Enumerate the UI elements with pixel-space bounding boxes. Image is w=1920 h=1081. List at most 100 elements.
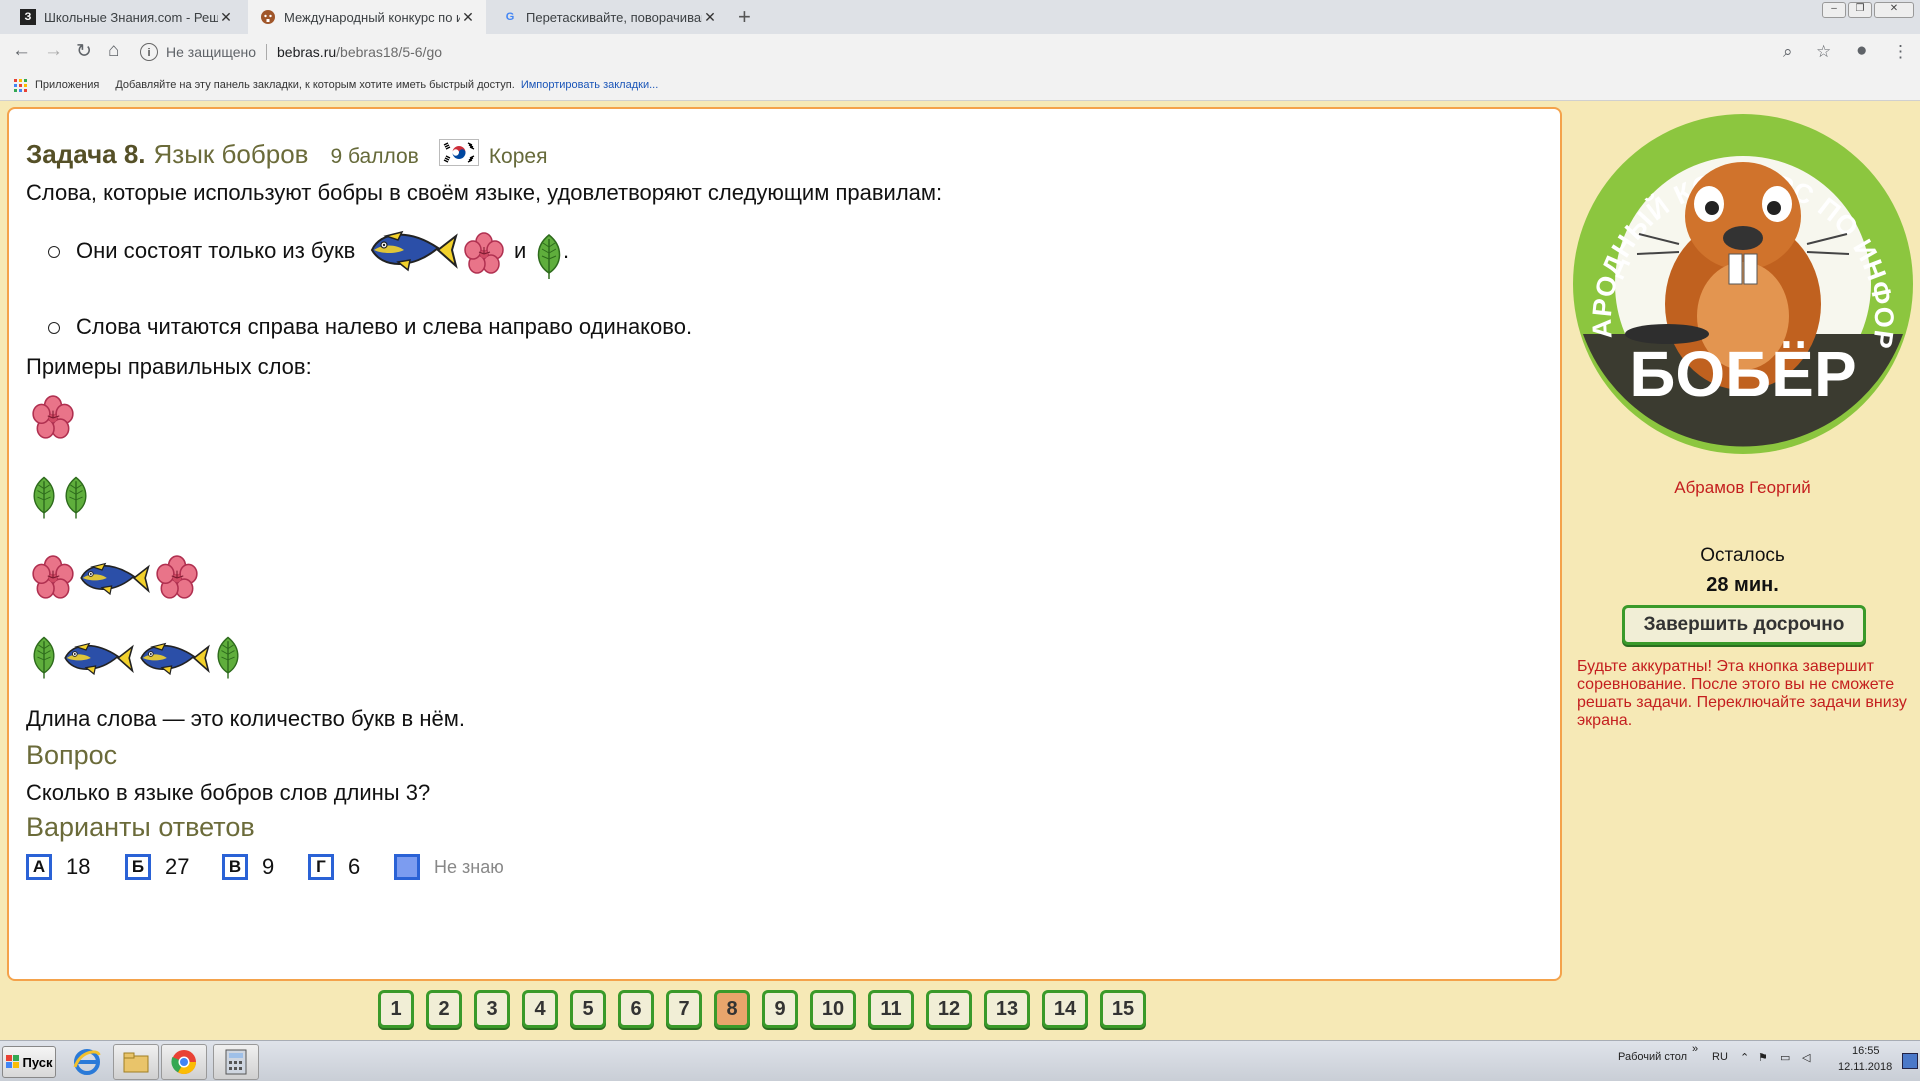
close-window-icon[interactable]: ✕: [1874, 2, 1914, 18]
home-icon[interactable]: ⌂: [108, 40, 119, 62]
answer-option-v[interactable]: В 9: [222, 854, 274, 880]
leaf-icon: [534, 233, 564, 281]
page-button-9[interactable]: 9: [762, 990, 798, 1028]
page-button-2[interactable]: 2: [426, 990, 462, 1028]
task-panel: Задача 8. Язык бобров 9 баллов Корея Сло…: [7, 107, 1562, 981]
beaver-favicon-icon: [260, 9, 276, 25]
answer-option-dont-know[interactable]: Не знаю: [394, 854, 504, 880]
language-indicator[interactable]: RU: [1712, 1051, 1728, 1063]
explorer-taskbar-icon[interactable]: [113, 1044, 159, 1080]
answer-checkbox[interactable]: [394, 854, 420, 880]
reload-icon[interactable]: ↻: [76, 40, 92, 63]
flower-icon: [30, 395, 76, 441]
flower-icon: [462, 232, 506, 276]
bookmark-star-icon[interactable]: ☆: [1816, 42, 1831, 62]
rule-1-prefix: Они состоят только из букв: [76, 238, 356, 263]
restore-window-icon[interactable]: ❐: [1848, 2, 1872, 18]
tab-label: Международный конкурс по инфо: [284, 9, 460, 25]
answer-checkbox[interactable]: А: [26, 854, 52, 880]
windows-taskbar: Пуск Рабочий стол » RU ⌃ ⚑ ▭ ◁ 16:55 12.…: [0, 1040, 1920, 1081]
calculator-taskbar-icon[interactable]: [213, 1044, 259, 1080]
page-button-15[interactable]: 15: [1100, 990, 1146, 1028]
answer-value: Не знаю: [434, 856, 504, 877]
clock-date[interactable]: 12.11.2018: [1838, 1061, 1892, 1073]
toolbar-chevron-icon[interactable]: »: [1692, 1043, 1698, 1055]
start-button[interactable]: Пуск: [2, 1046, 56, 1078]
user-name: Абрамов Георгий: [1674, 478, 1811, 497]
back-arrow-icon[interactable]: ←: [12, 40, 31, 62]
address-bar[interactable]: i Не защищено bebras.ru/bebras18/5-6/go: [140, 37, 1785, 67]
close-tab-icon[interactable]: ✕: [702, 9, 718, 26]
profile-icon[interactable]: ●: [1856, 40, 1867, 62]
page-button-1[interactable]: 1: [378, 990, 414, 1028]
task-title: Язык бобров: [153, 139, 309, 169]
task-intro: Слова, которые используют бобры в своём …: [26, 180, 943, 205]
fish-icon: [138, 638, 210, 678]
show-desktop-icon[interactable]: [1902, 1053, 1918, 1069]
answer-option-a[interactable]: А 18: [26, 854, 90, 880]
finish-early-button[interactable]: Завершить досрочно: [1622, 605, 1866, 645]
answer-checkbox[interactable]: Б: [125, 854, 151, 880]
list-bullet: [48, 246, 60, 258]
menu-icon[interactable]: ⋮: [1892, 42, 1909, 62]
list-bullet: [48, 322, 60, 334]
answer-option-g[interactable]: Г 6: [308, 854, 360, 880]
answer-checkbox[interactable]: Г: [308, 854, 334, 880]
show-hidden-icons-icon[interactable]: ⌃: [1740, 1051, 1749, 1064]
tab-bebras-contest[interactable]: Международный конкурс по инфо ✕: [248, 0, 486, 34]
answers-title: Варианты ответов: [26, 812, 255, 842]
ie-taskbar-icon[interactable]: [64, 1044, 110, 1080]
page-button-13[interactable]: 13: [984, 990, 1030, 1028]
tab-google-drag[interactable]: G Перетаскивайте, поворачивайте и ✕: [490, 0, 728, 34]
task-number: Задача 8.: [26, 139, 146, 169]
chrome-taskbar-icon[interactable]: [161, 1044, 207, 1080]
answer-value: 9: [262, 854, 275, 879]
page-button-5[interactable]: 5: [570, 990, 606, 1028]
clock-time[interactable]: 16:55: [1852, 1045, 1880, 1057]
bookmarks-hint: Добавляйте на эту панель закладки, к кот…: [115, 79, 515, 91]
forward-arrow-icon[interactable]: →: [44, 40, 63, 62]
task-pager: 1 2 3 4 5 6 7 8 9 10 11 12 13 14 15: [378, 990, 1158, 1032]
desktop-toolbar-label[interactable]: Рабочий стол: [1618, 1051, 1687, 1063]
url-domain: bebras.ru: [277, 44, 337, 60]
task-country: Корея: [488, 145, 548, 168]
leaf-icon: [30, 475, 58, 521]
info-icon[interactable]: i: [140, 43, 158, 61]
length-definition: Длина слова — это количество букв в нём.: [26, 706, 465, 731]
import-bookmarks-link[interactable]: Импортировать закладки...: [521, 79, 658, 91]
apps-label: Приложения: [35, 79, 100, 91]
zoom-icon[interactable]: ⌕: [1783, 42, 1793, 62]
fish-icon: [78, 558, 150, 598]
page-button-3[interactable]: 3: [474, 990, 510, 1028]
network-icon[interactable]: ▭: [1780, 1051, 1790, 1064]
znaniya-favicon-icon: З: [20, 9, 36, 25]
minimize-window-icon[interactable]: –: [1822, 2, 1846, 18]
answer-value: 6: [348, 854, 361, 879]
page-button-12[interactable]: 12: [926, 990, 972, 1028]
page-button-11[interactable]: 11: [868, 990, 914, 1028]
fish-icon: [62, 638, 134, 678]
flower-icon: [154, 555, 200, 601]
page-button-6[interactable]: 6: [618, 990, 654, 1028]
fish-icon: [368, 226, 458, 274]
new-tab-button[interactable]: +: [738, 4, 751, 30]
logo-title: БОБЁР: [1629, 338, 1856, 410]
action-center-icon[interactable]: ⚑: [1758, 1051, 1768, 1064]
page-button-14[interactable]: 14: [1042, 990, 1088, 1028]
close-tab-icon[interactable]: ✕: [460, 9, 476, 26]
close-tab-icon[interactable]: ✕: [218, 9, 234, 26]
volume-icon[interactable]: ◁: [1802, 1051, 1810, 1064]
answer-checkbox[interactable]: В: [222, 854, 248, 880]
address-separator: [266, 44, 267, 60]
examples-title: Примеры правильных слов:: [26, 354, 312, 379]
leaf-icon: [62, 475, 90, 521]
page-button-7[interactable]: 7: [666, 990, 702, 1028]
apps-shortcut[interactable]: Приложения: [14, 78, 100, 92]
page-button-10[interactable]: 10: [810, 990, 856, 1028]
page-button-4[interactable]: 4: [522, 990, 558, 1028]
tab-shkolnye-znaniya[interactable]: З Школьные Знания.com - Решаем д ✕: [8, 0, 244, 34]
sidebar: МЕЖДУНАРОДНЫЙ КОНКУРС ПО ИНФОРМАТИКЕ БОБ…: [1565, 100, 1920, 1040]
page-button-8[interactable]: 8: [714, 990, 750, 1028]
leaf-icon: [214, 635, 242, 681]
answer-option-b[interactable]: Б 27: [125, 854, 189, 880]
